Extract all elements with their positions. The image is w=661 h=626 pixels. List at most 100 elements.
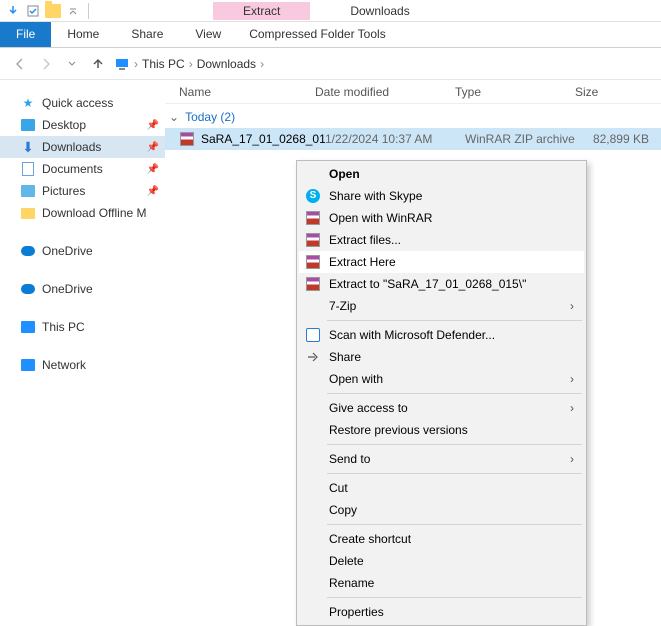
file-size: 82,899 KB	[585, 132, 655, 146]
folder-icon[interactable]	[44, 2, 62, 20]
file-row[interactable]: SaRA_17_01_0268_015 1/22/2024 10:37 AM W…	[165, 128, 661, 150]
winrar-icon	[305, 210, 321, 226]
sidebar-label: Desktop	[42, 118, 86, 132]
back-button[interactable]	[10, 54, 30, 74]
star-icon: ★	[20, 95, 36, 111]
column-headers: Name Date modified Type Size	[165, 80, 661, 104]
download-icon: ⬇	[20, 139, 36, 155]
skype-icon: S	[305, 188, 321, 204]
breadcrumb-folder[interactable]: Downloads	[197, 57, 256, 71]
sidebar-quick-access[interactable]: ★ Quick access	[0, 92, 165, 114]
onedrive-icon	[20, 281, 36, 297]
dropdown-icon[interactable]	[64, 2, 82, 20]
winrar-icon	[305, 254, 321, 270]
chevron-right-icon[interactable]: ›	[260, 57, 264, 71]
sidebar-pictures[interactable]: Pictures 📌	[0, 180, 165, 202]
ctx-delete[interactable]: Delete	[299, 550, 584, 572]
pin-icon: 📌	[147, 120, 159, 131]
share-icon	[305, 349, 321, 365]
down-arrow-icon[interactable]	[4, 2, 22, 20]
ctx-cut[interactable]: Cut	[299, 477, 584, 499]
recent-dropdown-icon[interactable]	[62, 54, 82, 74]
separator	[327, 597, 582, 598]
chevron-right-icon[interactable]: ›	[189, 57, 193, 71]
chevron-right-icon: ›	[570, 372, 574, 386]
contextual-tabs: Extract Downloads	[213, 2, 410, 20]
sidebar-download-offline[interactable]: Download Offline M	[0, 202, 165, 224]
winrar-icon	[305, 276, 321, 292]
ctx-extract-here[interactable]: Extract Here	[299, 251, 584, 273]
ctx-7zip[interactable]: 7-Zip›	[299, 295, 584, 317]
ctx-properties[interactable]: Properties	[299, 601, 584, 623]
group-label: Today (2)	[185, 110, 235, 124]
column-modified[interactable]: Date modified	[315, 85, 455, 99]
breadcrumb-root[interactable]: This PC	[142, 57, 185, 71]
ctx-open[interactable]: Open	[299, 163, 584, 185]
column-type[interactable]: Type	[455, 85, 575, 99]
file-modified: 1/22/2024 10:37 AM	[325, 132, 465, 146]
breadcrumb[interactable]: › This PC › Downloads ›	[114, 56, 264, 72]
sidebar-label: Pictures	[42, 184, 85, 198]
defender-icon	[305, 327, 321, 343]
extract-tab-label[interactable]: Extract	[213, 2, 310, 20]
sidebar-downloads[interactable]: ⬇ Downloads 📌	[0, 136, 165, 158]
context-menu: Open SShare with Skype Open with WinRAR …	[296, 160, 587, 626]
ctx-defender[interactable]: Scan with Microsoft Defender...	[299, 324, 584, 346]
ctx-extract-files[interactable]: Extract files...	[299, 229, 584, 251]
separator	[327, 393, 582, 394]
ctx-give-access[interactable]: Give access to›	[299, 397, 584, 419]
chevron-down-icon: ⌄	[169, 110, 179, 124]
ctx-share[interactable]: Share	[299, 346, 584, 368]
column-size[interactable]: Size	[575, 85, 645, 99]
home-tab[interactable]: Home	[51, 22, 115, 47]
ribbon-tabs: File Home Share View Compressed Folder T…	[0, 22, 661, 48]
ctx-open-winrar[interactable]: Open with WinRAR	[299, 207, 584, 229]
compressed-tools-tab[interactable]: Compressed Folder Tools	[237, 22, 398, 47]
desktop-icon	[20, 117, 36, 133]
ctx-open-with[interactable]: Open with›	[299, 368, 584, 390]
chevron-right-icon: ›	[570, 299, 574, 313]
folder-icon	[20, 205, 36, 221]
group-header-today[interactable]: ⌄ Today (2)	[165, 104, 661, 128]
file-tab[interactable]: File	[0, 22, 51, 47]
sidebar-label: OneDrive	[42, 244, 93, 258]
sidebar-desktop[interactable]: Desktop 📌	[0, 114, 165, 136]
separator	[327, 473, 582, 474]
window-title: Downloads	[350, 4, 409, 18]
separator	[327, 444, 582, 445]
sidebar-onedrive[interactable]: OneDrive	[0, 240, 165, 262]
onedrive-icon	[20, 243, 36, 259]
up-button[interactable]	[88, 54, 108, 74]
chevron-right-icon[interactable]: ›	[134, 57, 138, 71]
sidebar-label: OneDrive	[42, 282, 93, 296]
checkbox-icon[interactable]	[24, 2, 42, 20]
winrar-icon	[305, 232, 321, 248]
archive-icon	[179, 131, 195, 147]
pc-icon	[20, 319, 36, 335]
column-name[interactable]: Name	[165, 85, 315, 99]
chevron-right-icon: ›	[570, 452, 574, 466]
ctx-extract-to[interactable]: Extract to "SaRA_17_01_0268_015\"	[299, 273, 584, 295]
sidebar-label: Download Offline M	[42, 206, 147, 220]
ctx-shortcut[interactable]: Create shortcut	[299, 528, 584, 550]
ctx-copy[interactable]: Copy	[299, 499, 584, 521]
separator	[327, 524, 582, 525]
ctx-restore[interactable]: Restore previous versions	[299, 419, 584, 441]
ctx-share-skype[interactable]: SShare with Skype	[299, 185, 584, 207]
forward-button[interactable]	[36, 54, 56, 74]
ctx-send-to[interactable]: Send to›	[299, 448, 584, 470]
sidebar-this-pc[interactable]: This PC	[0, 316, 165, 338]
chevron-right-icon: ›	[570, 401, 574, 415]
separator	[327, 320, 582, 321]
ctx-rename[interactable]: Rename	[299, 572, 584, 594]
view-tab[interactable]: View	[179, 22, 237, 47]
quick-access-toolbar	[0, 2, 93, 20]
share-tab[interactable]: Share	[115, 22, 179, 47]
sidebar-label: Downloads	[42, 140, 101, 154]
pictures-icon	[20, 183, 36, 199]
sidebar-documents[interactable]: Documents 📌	[0, 158, 165, 180]
file-type: WinRAR ZIP archive	[465, 132, 585, 146]
sidebar-onedrive[interactable]: OneDrive	[0, 278, 165, 300]
sidebar-network[interactable]: Network	[0, 354, 165, 376]
pin-icon: 📌	[147, 142, 159, 153]
